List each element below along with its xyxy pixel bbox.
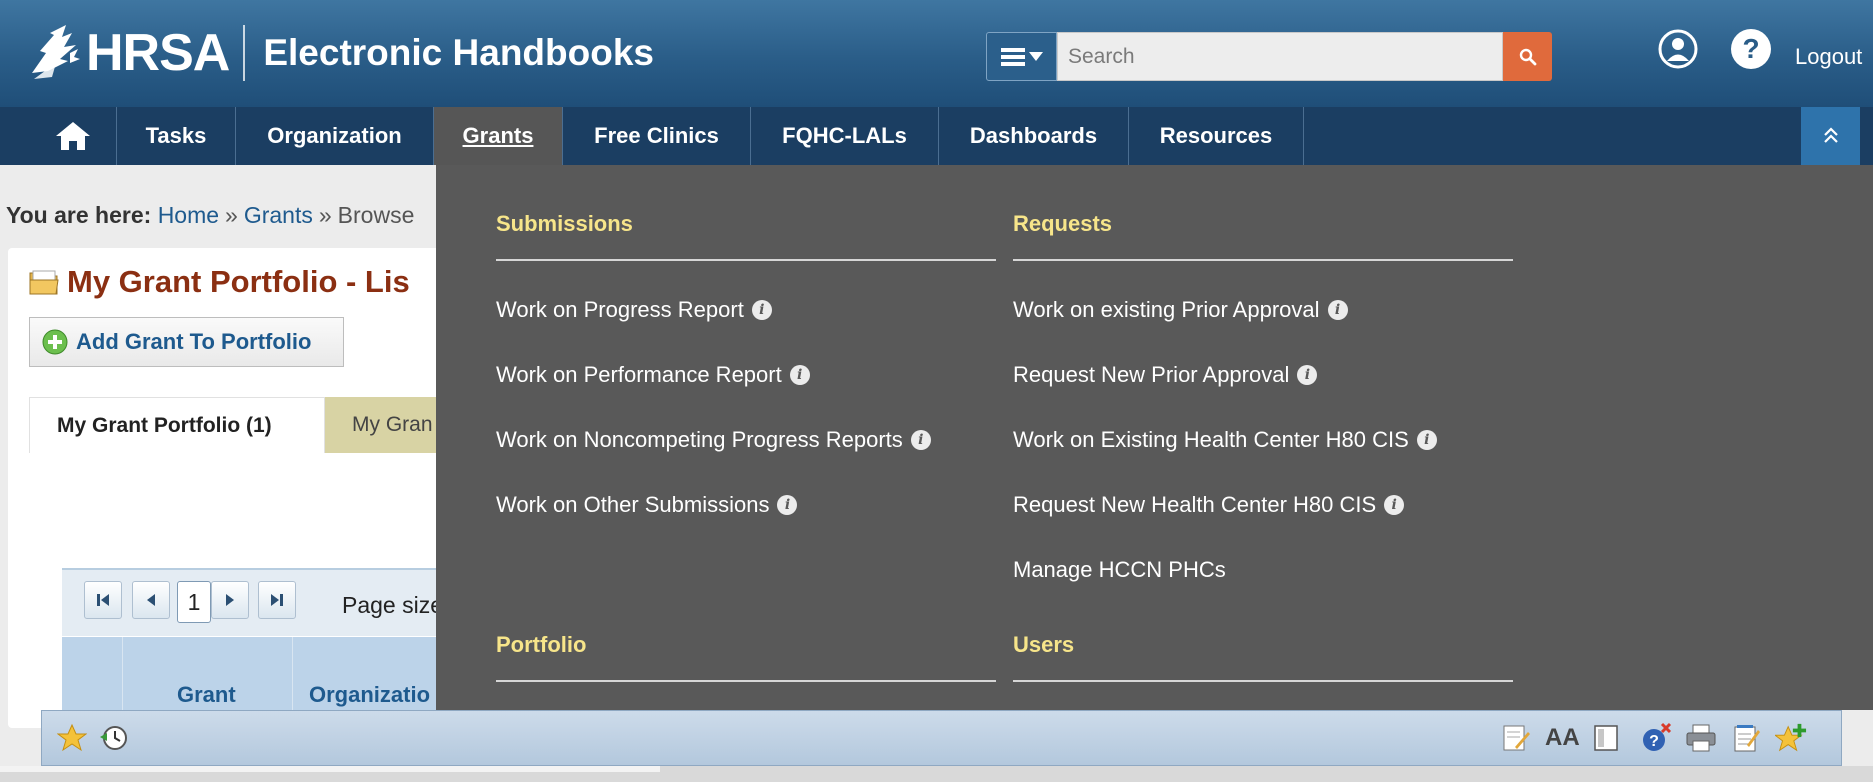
search-input[interactable]: [1057, 32, 1503, 81]
page-title: My Grant Portfolio - Lis: [29, 264, 410, 300]
help-remove-icon[interactable]: ?: [1640, 722, 1672, 754]
current-page-input[interactable]: 1: [177, 581, 211, 623]
collapse-menu-button[interactable]: [1801, 107, 1860, 165]
column-organization[interactable]: Organizatio: [309, 682, 430, 708]
menu-heading-requests: Requests: [1013, 211, 1113, 236]
print-icon[interactable]: [1685, 722, 1717, 754]
history-clock-icon[interactable]: [97, 722, 129, 754]
last-page-icon: [271, 594, 283, 606]
grants-mega-menu: Submissions Work on Progress Report i Wor…: [436, 165, 1873, 710]
double-chevron-up-icon: [1823, 127, 1838, 143]
menu-link-manage-hccn-phcs[interactable]: Manage HCCN PHCs: [1013, 557, 1226, 583]
edit-notes-icon[interactable]: [1500, 722, 1532, 754]
eagle-logo-icon: [32, 25, 80, 79]
info-icon[interactable]: i: [1416, 430, 1437, 450]
site-header: HRSA Electronic Handbooks Search ? Logou…: [0, 0, 1873, 107]
nav-tasks[interactable]: Tasks: [117, 107, 236, 165]
add-grant-label: Add Grant To Portfolio: [76, 329, 312, 354]
menu-link-other-submissions[interactable]: Work on Other Submissions i: [496, 492, 798, 518]
help-icon[interactable]: ?: [1730, 28, 1772, 70]
breadcrumb: You are here: Home» Grants» Browse: [6, 202, 415, 228]
info-icon[interactable]: i: [1384, 495, 1405, 515]
search-menu-button[interactable]: [986, 32, 1057, 81]
tab-my-grant-portfolio[interactable]: My Grant Portfolio (1): [29, 397, 325, 453]
nav-organization[interactable]: Organization: [236, 107, 434, 165]
nav-free-clinics[interactable]: Free Clinics: [563, 107, 751, 165]
svg-text:?: ?: [1649, 733, 1659, 750]
last-page-button[interactable]: [258, 581, 296, 619]
prev-page-icon: [147, 594, 155, 606]
font-size-icon[interactable]: AA: [1545, 724, 1580, 752]
add-grant-button[interactable]: Add Grant To Portfolio: [29, 317, 344, 367]
breadcrumb-home[interactable]: Home: [158, 202, 219, 228]
logo-text: HRSA: [86, 24, 230, 82]
add-favorite-icon[interactable]: [1775, 722, 1807, 754]
plus-circle-icon: [42, 329, 68, 355]
menu-link-new-h80-cis[interactable]: Request New Health Center H80 CIS i: [1013, 492, 1405, 518]
info-icon[interactable]: i: [910, 430, 931, 450]
menu-link-existing-h80-cis[interactable]: Work on Existing Health Center H80 CIS i: [1013, 427, 1437, 453]
page-title-text: My Grant Portfolio - Lis: [67, 264, 410, 299]
breadcrumb-browse: Browse: [337, 202, 415, 228]
menu-heading-users: Users: [1013, 632, 1075, 657]
menu-heading-portfolio: Portfolio: [496, 632, 587, 657]
info-icon[interactable]: i: [777, 495, 798, 515]
first-page-button[interactable]: [84, 581, 122, 619]
nav-resources[interactable]: Resources: [1129, 107, 1304, 165]
logout-link[interactable]: Logout: [1795, 44, 1862, 70]
column-grant[interactable]: Grant: [177, 682, 236, 708]
next-page-icon: [226, 594, 234, 606]
logo-separator: [243, 25, 246, 81]
search-icon: [1519, 48, 1536, 65]
info-icon[interactable]: i: [1327, 300, 1348, 320]
folder-icon: [29, 270, 59, 295]
menu-link-performance-report[interactable]: Work on Performance Report i: [496, 362, 810, 388]
app-title: Electronic Handbooks: [263, 32, 654, 73]
menu-rule: [496, 259, 996, 261]
breadcrumb-label: You are here:: [6, 202, 152, 228]
menu-rule: [1013, 259, 1513, 261]
menu-rule: [1013, 680, 1513, 682]
portfolio-tabs: My Grant Portfolio (1) My Gran: [29, 397, 465, 453]
hrsa-logo[interactable]: HRSA Electronic Handbooks: [26, 18, 654, 88]
svg-text:?: ?: [1742, 33, 1759, 64]
menu-rule: [496, 680, 996, 682]
menu-link-progress-report[interactable]: Work on Progress Report i: [496, 297, 772, 323]
favorites-star-icon[interactable]: [56, 722, 88, 754]
nav-grants[interactable]: Grants: [434, 107, 563, 165]
hamburger-icon: [1000, 47, 1025, 66]
search-button[interactable]: [1503, 32, 1552, 81]
first-page-icon: [97, 594, 109, 606]
caret-down-icon: [1028, 51, 1043, 61]
nav-items: Tasks Organization Grants Free Clinics F…: [29, 107, 1304, 165]
notepad-icon[interactable]: [1730, 722, 1762, 754]
browser-viewport: HRSA Electronic Handbooks Search ? Logou…: [0, 0, 1873, 782]
page-layout-icon[interactable]: [1590, 722, 1622, 754]
menu-link-new-prior-approval[interactable]: Request New Prior Approval i: [1013, 362, 1318, 388]
next-page-button[interactable]: [211, 581, 249, 619]
page-size-label: Page size: [342, 592, 444, 618]
horizontal-scrollbar[interactable]: [0, 766, 660, 772]
info-icon[interactable]: i: [1297, 365, 1318, 385]
search-bar: [986, 32, 1552, 81]
user-account-icon[interactable]: [1657, 28, 1699, 70]
info-icon[interactable]: i: [751, 300, 772, 320]
menu-heading-submissions: Submissions: [496, 211, 633, 236]
main-navigation: Tasks Organization Grants Free Clinics F…: [0, 107, 1873, 165]
nav-fqhc-lals[interactable]: FQHC-LALs: [751, 107, 939, 165]
info-icon[interactable]: i: [789, 365, 810, 385]
prev-page-button[interactable]: [132, 581, 170, 619]
nav-dashboards[interactable]: Dashboards: [939, 107, 1129, 165]
nav-home[interactable]: [29, 107, 117, 165]
menu-link-existing-prior-approval[interactable]: Work on existing Prior Approval i: [1013, 297, 1348, 323]
menu-link-noncompeting-reports[interactable]: Work on Noncompeting Progress Reports i: [496, 427, 931, 453]
home-icon: [55, 122, 90, 150]
breadcrumb-grants[interactable]: Grants: [244, 202, 313, 228]
